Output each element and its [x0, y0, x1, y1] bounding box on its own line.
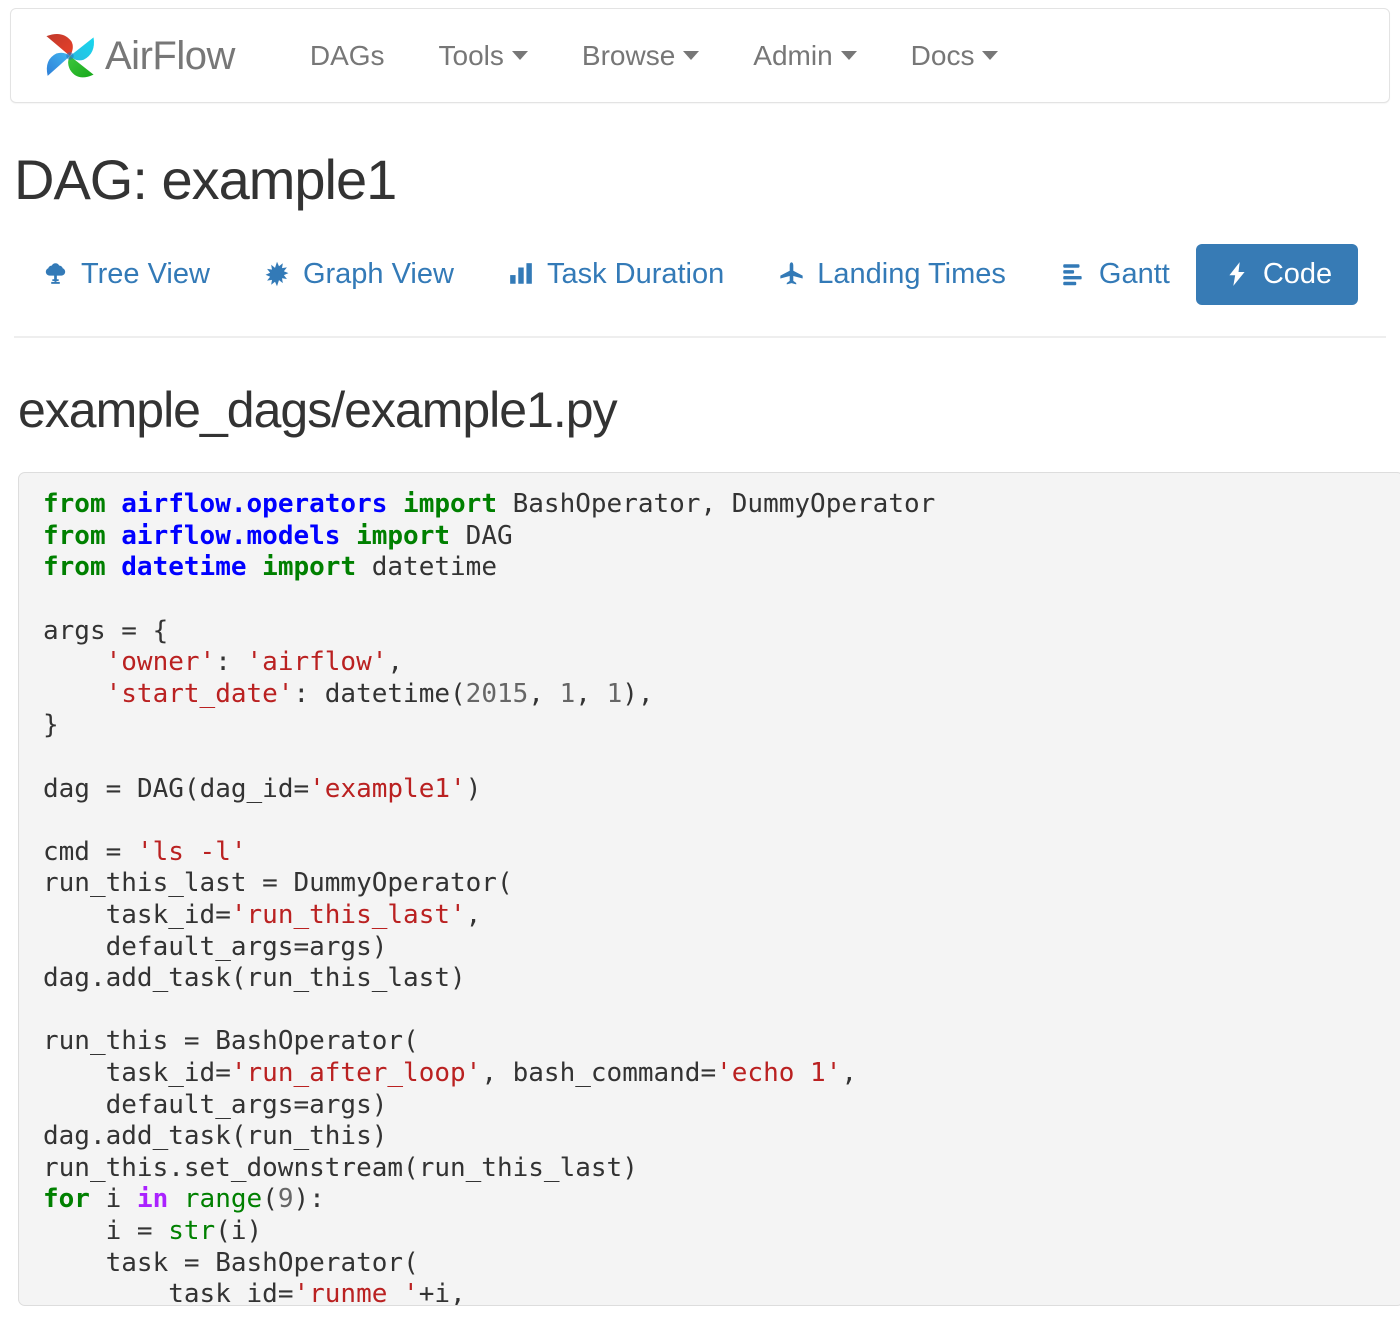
chevron-down-icon [841, 51, 857, 60]
tab-label: Gantt [1099, 258, 1170, 291]
airflow-pinwheel-logo-icon [39, 25, 101, 87]
nav-item-label: DAGs [310, 40, 385, 72]
asterisk-icon [262, 259, 292, 289]
nav-item-label: Browse [582, 40, 675, 72]
chevron-down-icon [683, 51, 699, 60]
nav-item-browse[interactable]: Browse [555, 30, 726, 82]
source-code-text: from airflow.operators import BashOperat… [43, 489, 1400, 1306]
chevron-down-icon [512, 51, 528, 60]
tab-label: Task Duration [547, 258, 724, 291]
nav-item-docs[interactable]: Docs [884, 30, 1026, 82]
dag-view-tabs: Tree View Graph View Task Duration [10, 244, 1390, 305]
main-navbar: AirFlow DAGs Tools Browse Admin Docs [10, 8, 1390, 103]
align-left-icon [1058, 259, 1088, 289]
tab-label: Tree View [81, 258, 210, 291]
brand-label: AirFlow [105, 36, 235, 76]
nav-item-admin[interactable]: Admin [726, 30, 883, 82]
nav-item-label: Docs [911, 40, 975, 72]
nav-item-label: Tools [439, 40, 504, 72]
nav-item-dags[interactable]: DAGs [283, 30, 412, 82]
tree-icon [40, 259, 70, 289]
tab-label: Graph View [303, 258, 454, 291]
tab-tree-view[interactable]: Tree View [14, 244, 236, 305]
tab-task-duration[interactable]: Task Duration [480, 244, 750, 305]
nav-item-label: Admin [753, 40, 832, 72]
chevron-down-icon [982, 51, 998, 60]
page-content: DAG: example1 Tree View Graph View [0, 151, 1400, 1306]
bolt-icon [1222, 259, 1252, 289]
source-code-block: from airflow.operators import BashOperat… [18, 472, 1400, 1306]
tab-label: Code [1263, 258, 1332, 291]
navbar-links: DAGs Tools Browse Admin Docs [283, 30, 1026, 82]
file-title: example_dags/example1.py [18, 384, 1390, 437]
bar-chart-icon [506, 259, 536, 289]
tab-landing-times[interactable]: Landing Times [750, 244, 1032, 305]
tab-code[interactable]: Code [1196, 244, 1358, 305]
tab-label: Landing Times [817, 258, 1006, 291]
section-divider [14, 336, 1386, 338]
tab-graph-view[interactable]: Graph View [236, 244, 480, 305]
brand-link[interactable]: AirFlow [39, 25, 235, 87]
nav-item-tools[interactable]: Tools [412, 30, 555, 82]
page-title: DAG: example1 [14, 151, 1390, 210]
plane-icon [776, 259, 806, 289]
tab-gantt[interactable]: Gantt [1032, 244, 1196, 305]
